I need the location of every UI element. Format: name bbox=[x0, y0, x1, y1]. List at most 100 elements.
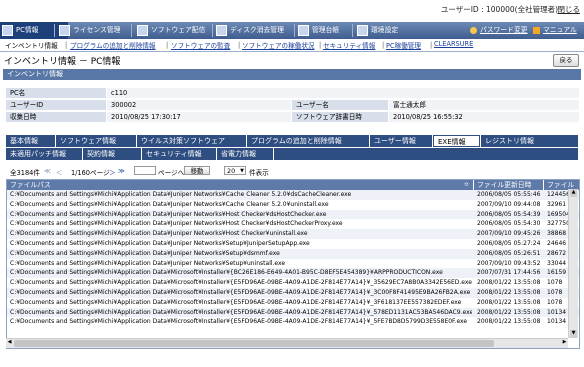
subnav-software-status[interactable]: ソフトウェアの稼働状況 bbox=[242, 40, 315, 50]
cell-date: 2006/08/05 05:27:24 bbox=[477, 240, 541, 247]
prev-page-button[interactable]: ＜ bbox=[56, 167, 63, 177]
cell-path: C:¥Documents and Settings¥Michi¥Applicat… bbox=[10, 249, 280, 257]
tab-add-remove[interactable]: プログラムの追加と削除情報 bbox=[247, 135, 369, 147]
table-row[interactable]: C:¥Documents and Settings¥Michi¥Applicat… bbox=[7, 209, 579, 220]
main-menu: PC情報 ライセンス管理 ソフトウェア配信 ディスク消去管理 管理台帳 環境設定… bbox=[0, 22, 584, 39]
tab-security[interactable]: セキュリティ情報 bbox=[142, 148, 216, 160]
cell-path: C:¥Documents and Settings¥Michi¥Applicat… bbox=[10, 298, 462, 306]
per-page-value: 20 bbox=[227, 167, 236, 175]
exe-table: ファイルパス ≎ ファイル更新日時 ファイルサ C:¥Documents and… bbox=[6, 179, 580, 349]
cell-date: 2007/07/31 17:44:56 bbox=[477, 269, 541, 277]
menu-label: PC情報 bbox=[16, 26, 39, 34]
user-id-label: ユーザーID : 100000(全社管理者) bbox=[440, 5, 558, 14]
tab-power-saving[interactable]: 省電力情報 bbox=[217, 148, 273, 160]
table-row[interactable]: C:¥Documents and Settings¥Michi¥Applicat… bbox=[7, 317, 579, 328]
cell-date: 2008/01/22 13:55:08 bbox=[477, 298, 541, 306]
menu-label: 環境設定 bbox=[371, 26, 399, 34]
table-row[interactable]: C:¥Documents and Settings¥Michi¥Applicat… bbox=[7, 297, 579, 308]
settings-icon bbox=[357, 25, 368, 36]
tab-software[interactable]: ソフトウェア情報 bbox=[56, 135, 136, 147]
tab-antivirus[interactable]: ウイルス対策ソフトウェア bbox=[137, 135, 246, 147]
table-row[interactable]: C:¥Documents and Settings¥Michi¥Applicat… bbox=[7, 307, 579, 318]
table-row[interactable]: C:¥Documents and Settings¥Michi¥Applicat… bbox=[7, 248, 579, 259]
table-row[interactable]: C:¥Documents and Settings¥Michi¥Applicat… bbox=[7, 288, 579, 298]
cell-path: C:¥Documents and Settings¥Michi¥Applicat… bbox=[10, 289, 471, 296]
cell-date: 2006/08/05 05:55:46 bbox=[477, 191, 541, 198]
menu-settings[interactable]: 環境設定 bbox=[355, 22, 421, 39]
tab-row-2: 未適用パッチ情報 契約情報 セキュリティ情報 省電力情報 bbox=[6, 148, 578, 160]
cell-date: 2008/01/22 13:55:08 bbox=[477, 289, 541, 296]
last-page-button[interactable]: ≫ bbox=[118, 167, 125, 175]
table-row[interactable]: C:¥Documents and Settings¥Michi¥Applicat… bbox=[7, 199, 579, 210]
subnav-inventory[interactable]: インベントリ情報 bbox=[5, 40, 58, 50]
scroll-thumb[interactable] bbox=[14, 340, 494, 347]
first-page-button[interactable]: ≪ bbox=[44, 167, 51, 175]
disk-erase-icon bbox=[216, 25, 227, 36]
user-name-label: ユーザー名 bbox=[292, 100, 388, 110]
scroll-down-icon[interactable]: ▼ bbox=[570, 330, 577, 338]
page-number-input[interactable] bbox=[134, 166, 156, 175]
sub-navigation: インベントリ情報 | プログラムの追加と削除情報 | ソフトウェアの監査 | ソ… bbox=[0, 39, 584, 52]
tab-unapplied-patch[interactable]: 未適用パッチ情報 bbox=[6, 148, 82, 160]
software-delivery-icon bbox=[137, 25, 148, 36]
menu-label: ライセンス管理 bbox=[73, 26, 121, 34]
pc-name-label: PC名 bbox=[6, 88, 106, 98]
subnav-add-remove[interactable]: プログラムの追加と削除情報 bbox=[70, 40, 156, 50]
cell-path: C:¥Documents and Settings¥Michi¥Applicat… bbox=[10, 220, 343, 228]
scroll-up-icon[interactable]: ▲ bbox=[570, 189, 577, 197]
total-count: 全3184件 bbox=[10, 169, 40, 177]
dict-label: ソフトウェア辞書日時 bbox=[292, 112, 388, 122]
tab-basic[interactable]: 基本情報 bbox=[6, 135, 55, 147]
tab-contract[interactable]: 契約情報 bbox=[83, 148, 141, 160]
password-change-link[interactable]: パスワード変更 bbox=[480, 22, 528, 39]
table-row[interactable]: C:¥Documents and Settings¥Michi¥Applicat… bbox=[7, 229, 579, 239]
password-icon bbox=[470, 27, 477, 34]
cell-path: C:¥Documents and Settings¥Michi¥Applicat… bbox=[10, 279, 472, 287]
cell-date: 2006/08/05 05:54:39 bbox=[477, 210, 541, 218]
table-row[interactable]: C:¥Documents and Settings¥Michi¥Applicat… bbox=[7, 258, 579, 269]
tab-user[interactable]: ユーザー情報 bbox=[370, 135, 432, 147]
cell-date: 2006/08/05 05:26:51 bbox=[477, 249, 541, 257]
column-header-path[interactable]: ファイルパス ≎ bbox=[7, 180, 473, 190]
cell-path: C:¥Documents and Settings¥Michi¥Applicat… bbox=[10, 259, 286, 267]
scroll-right-icon[interactable]: ▶ bbox=[561, 339, 568, 348]
cell-path: C:¥Documents and Settings¥Michi¥Applicat… bbox=[10, 269, 443, 277]
next-page-button[interactable]: ＞ bbox=[109, 167, 116, 177]
per-page-select[interactable]: 20 ▼ bbox=[224, 166, 246, 175]
scroll-left-icon[interactable]: ◀ bbox=[6, 339, 13, 348]
vertical-scrollbar[interactable]: ▲ ▼ bbox=[568, 189, 578, 338]
table-row[interactable]: C:¥Documents and Settings¥Michi¥Applicat… bbox=[7, 190, 579, 200]
page-suffix-label: ページへ bbox=[158, 169, 185, 177]
go-button[interactable]: 移動 bbox=[184, 166, 210, 175]
tab-registry[interactable]: レジストリ情報 bbox=[481, 135, 578, 147]
tab-exe[interactable]: EXE情報 bbox=[433, 135, 480, 147]
manual-link[interactable]: マニュアル bbox=[543, 22, 577, 39]
subnav-pc-operation[interactable]: PC稼働管理 bbox=[386, 40, 421, 50]
collected-label: 収集日時 bbox=[6, 112, 106, 122]
pc-name-value: c110 bbox=[107, 88, 579, 98]
cell-path: C:¥Documents and Settings¥Michi¥Applicat… bbox=[10, 230, 308, 238]
table-row[interactable]: C:¥Documents and Settings¥Michi¥Applicat… bbox=[7, 239, 579, 249]
cell-path: C:¥Documents and Settings¥Michi¥Applicat… bbox=[10, 240, 310, 247]
column-header-date[interactable]: ファイル更新日時 bbox=[474, 180, 543, 190]
horizontal-scrollbar[interactable]: ◀ ▶ bbox=[6, 338, 568, 348]
chevron-down-icon: ▼ bbox=[240, 168, 244, 174]
page-title: インベントリ情報 － PC情報 bbox=[4, 57, 121, 67]
close-link[interactable]: 閉じる bbox=[558, 4, 581, 15]
cell-path: C:¥Documents and Settings¥Michi¥Applicat… bbox=[10, 200, 329, 208]
manual-icon bbox=[533, 27, 540, 34]
user-id-value: 300002 bbox=[107, 100, 291, 110]
table-row[interactable]: C:¥Documents and Settings¥Michi¥Applicat… bbox=[7, 219, 579, 230]
subnav-security[interactable]: セキュリティ情報 bbox=[323, 40, 375, 50]
user-id-label: ユーザーID bbox=[6, 100, 106, 110]
cell-date: 2007/09/10 09:44:08 bbox=[477, 200, 541, 208]
table-row[interactable]: C:¥Documents and Settings¥Michi¥Applicat… bbox=[7, 268, 579, 279]
tab-row-fill bbox=[274, 148, 578, 160]
back-button[interactable]: 戻る bbox=[553, 54, 579, 67]
cell-date: 2006/08/05 05:54:30 bbox=[477, 220, 541, 228]
table-row[interactable]: C:¥Documents and Settings¥Michi¥Applicat… bbox=[7, 278, 579, 288]
subnav-software-audit[interactable]: ソフトウェアの監査 bbox=[171, 40, 230, 50]
subnav-clearsure[interactable]: CLEARSURE bbox=[434, 40, 473, 48]
per-page-suffix: 件表示 bbox=[249, 169, 269, 177]
dict-value: 2010/08/25 16:55:32 bbox=[389, 112, 579, 122]
